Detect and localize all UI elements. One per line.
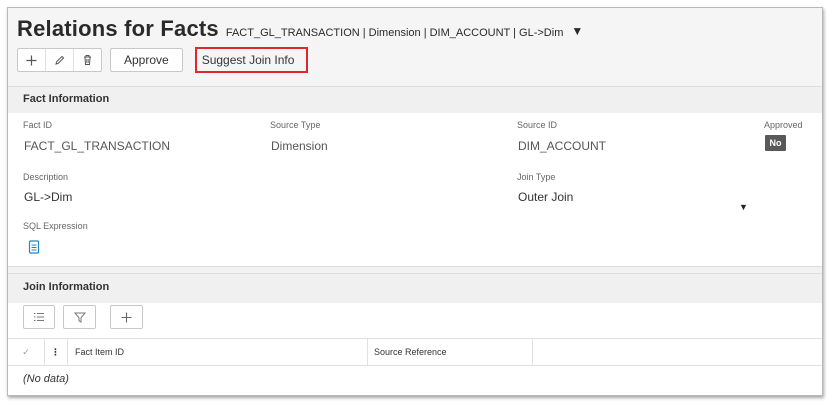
source-type-value: Dimension bbox=[271, 139, 328, 153]
kebab-menu-icon: ⋮ bbox=[51, 346, 60, 357]
join-information-title: Join Information bbox=[23, 281, 110, 293]
plus-icon bbox=[121, 312, 132, 322]
fact-id-value: FACT_GL_TRANSACTION bbox=[24, 139, 171, 153]
add-row-button[interactable] bbox=[110, 305, 143, 329]
join-toolbar bbox=[23, 305, 143, 329]
row-menu-button[interactable]: ⋮ bbox=[44, 339, 68, 365]
description-value: GL->Dim bbox=[24, 190, 73, 204]
suggest-join-info-button[interactable]: Suggest Join Info bbox=[194, 47, 309, 73]
column-chooser-button[interactable] bbox=[23, 305, 55, 329]
select-all-checkbox[interactable]: ✓ bbox=[8, 339, 45, 365]
filter-button[interactable] bbox=[63, 305, 96, 329]
page-header: Relations for Facts FACT_GL_TRANSACTION … bbox=[8, 8, 822, 86]
fact-id-label: Fact ID bbox=[23, 120, 53, 130]
fact-information-header[interactable]: Fact Information bbox=[8, 86, 822, 114]
pencil-icon bbox=[55, 55, 65, 65]
add-button[interactable] bbox=[18, 49, 46, 71]
title-row: Relations for Facts FACT_GL_TRANSACTION … bbox=[17, 16, 583, 42]
join-type-label: Join Type bbox=[517, 172, 556, 182]
join-information-header[interactable]: Join Information bbox=[8, 273, 822, 304]
fact-information-title: Fact Information bbox=[23, 93, 110, 105]
document-icon[interactable] bbox=[28, 240, 40, 254]
delete-button[interactable] bbox=[74, 49, 101, 71]
suggest-join-info-label: Suggest Join Info bbox=[201, 53, 295, 67]
caret-down-icon[interactable]: ▼ bbox=[571, 24, 583, 38]
description-label: Description bbox=[23, 172, 69, 182]
context-path: FACT_GL_TRANSACTION | Dimension | DIM_AC… bbox=[225, 27, 564, 39]
record-actions bbox=[17, 48, 102, 72]
approve-button[interactable]: Approve bbox=[110, 48, 183, 72]
relations-window: Relations for Facts FACT_GL_TRANSACTION … bbox=[7, 7, 823, 396]
source-type-label: Source Type bbox=[270, 120, 321, 130]
edit-button[interactable] bbox=[46, 49, 74, 71]
plus-icon bbox=[26, 55, 37, 65]
sql-expression-label: SQL Expression bbox=[23, 221, 88, 231]
toolbar: Approve Suggest Join Info bbox=[17, 47, 309, 73]
approved-label: Approved bbox=[764, 120, 803, 130]
chevron-down-icon[interactable]: ▼ bbox=[739, 202, 748, 212]
fact-information-panel bbox=[8, 113, 822, 267]
list-icon bbox=[34, 313, 44, 321]
check-icon: ✓ bbox=[22, 346, 30, 357]
filter-icon bbox=[73, 312, 86, 323]
column-header-source-reference[interactable]: Source Reference bbox=[368, 339, 533, 365]
source-id-value: DIM_ACCOUNT bbox=[518, 139, 607, 153]
empty-grid-message: (No data) bbox=[23, 373, 69, 385]
join-grid-header: ✓ ⋮ Fact Item ID Source Reference bbox=[8, 338, 822, 366]
join-type-select[interactable]: Outer Join bbox=[518, 190, 573, 204]
page-title: Relations for Facts bbox=[17, 16, 219, 41]
column-header-fact-item-id[interactable]: Fact Item ID bbox=[68, 339, 368, 365]
source-id-label: Source ID bbox=[517, 120, 558, 130]
trash-icon bbox=[84, 55, 91, 65]
approved-status-badge: No bbox=[765, 135, 786, 151]
